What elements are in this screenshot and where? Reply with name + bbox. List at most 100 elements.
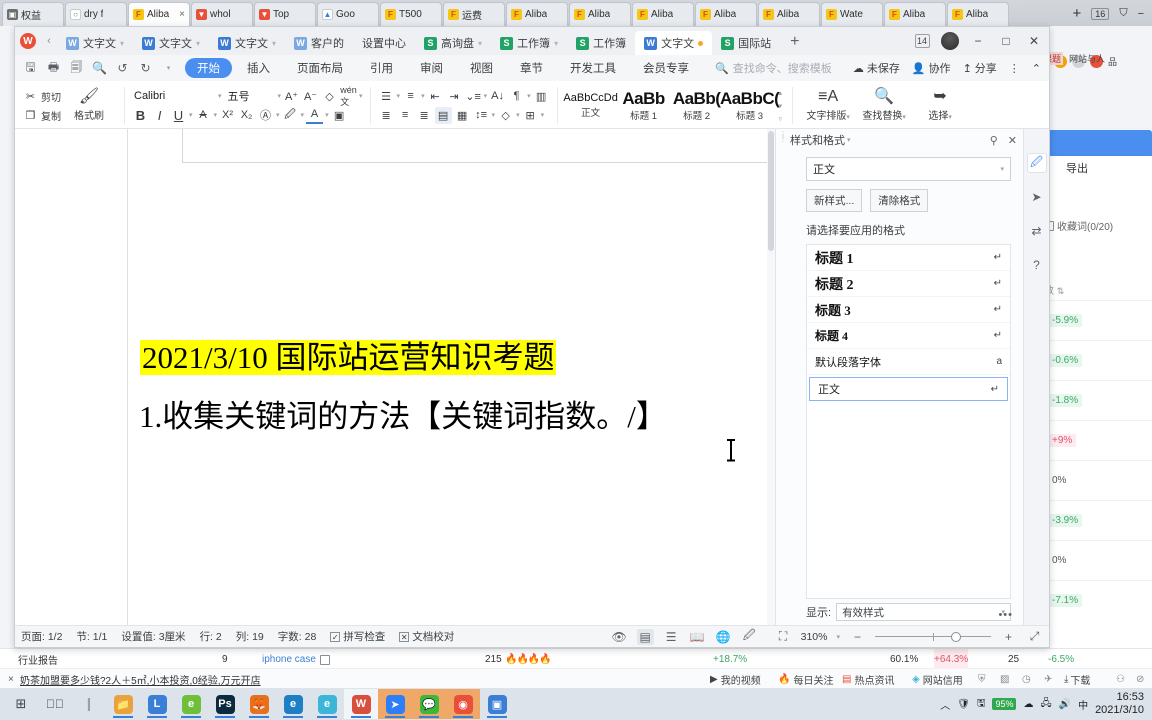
internet-explorer-icon[interactable]: e — [174, 689, 208, 719]
subscript-button[interactable]: X₂ — [238, 107, 255, 124]
status-spellcheck[interactable]: ✓ 拼写检查 — [330, 629, 385, 644]
browser-tab[interactable]: F T500 — [380, 2, 442, 26]
ribbon-tab-8[interactable]: 会员专享 — [631, 58, 701, 78]
collect-keywords-label[interactable]: 收藏词(0/20) — [1044, 218, 1113, 233]
browser-tab[interactable]: ▲ Goo — [317, 2, 379, 26]
close-icon[interactable]: ✕ — [1008, 134, 1017, 147]
ribbon-more-button[interactable]: ⋮ — [1009, 62, 1020, 75]
browser-tab[interactable]: ▼ Top — [254, 2, 316, 26]
char-border-caret-icon[interactable]: ▾ — [276, 111, 280, 119]
cursor-app-icon[interactable]: ➤ — [378, 689, 412, 719]
char-border-icon[interactable]: Ⓐ — [257, 107, 274, 124]
browser-tab[interactable]: F 运费 — [443, 2, 505, 26]
zoom-level[interactable]: 310% — [801, 631, 828, 643]
browser-tab[interactable]: ▣ 权益 — [2, 2, 64, 26]
numbering-caret-icon[interactable]: ▾ — [421, 92, 425, 100]
sort-icon[interactable]: A↓ — [489, 88, 506, 105]
wechat-icon[interactable]: 💬 — [412, 689, 446, 719]
quick-access-more-icon[interactable]: ▾ — [157, 57, 180, 79]
ribbon-tab-5[interactable]: 视图 — [458, 58, 505, 78]
document-vertical-scrollbar[interactable] — [767, 129, 775, 625]
wps-icon[interactable]: W — [344, 689, 378, 719]
clock[interactable]: 16:53 2021/3/10 — [1095, 691, 1144, 716]
shading-icon[interactable]: ◇ — [497, 107, 514, 124]
superscript-button[interactable]: X² — [219, 107, 236, 124]
alipay-icon[interactable]: ◉ — [446, 689, 480, 719]
quick-print-icon[interactable]: 🖶 — [42, 57, 65, 79]
italic-button[interactable]: I — [151, 107, 168, 124]
browser-tab[interactable]: F Aliba × — [128, 2, 190, 26]
line-spacing-icon[interactable]: ↕≡ — [473, 107, 490, 124]
outline-view-icon[interactable]: ☰ — [663, 629, 680, 645]
file-explorer-icon[interactable]: 📁 — [106, 689, 140, 719]
document-tab[interactable]: W 文字文 ▾ — [133, 31, 209, 55]
photoshop-icon[interactable]: Ps — [208, 689, 242, 719]
numbered-list-icon[interactable]: ≡ — [402, 88, 419, 105]
screenshot-icon[interactable]: ▣ — [480, 689, 514, 719]
firefox-icon[interactable]: 🦊 — [242, 689, 276, 719]
task-view-icon[interactable]: ❏⃒ — [38, 689, 72, 719]
tab-menu-caret-icon[interactable]: ▾ — [272, 39, 276, 48]
document-tab[interactable]: W 文字文 ▾ — [209, 31, 285, 55]
style-gallery-item[interactable]: AaBb 标题 1 — [618, 89, 670, 123]
edge-icon[interactable]: e — [276, 689, 310, 719]
status-section[interactable]: 节: 1/1 — [76, 629, 107, 644]
multilevel-caret-icon[interactable]: ▾ — [484, 92, 488, 100]
start-icon[interactable]: ⊞ — [4, 689, 38, 719]
decrease-indent-icon[interactable]: ⇤ — [427, 88, 444, 105]
distribute-icon[interactable]: ▦ — [454, 107, 471, 124]
status-setting[interactable]: 设置值: 3厘米 — [121, 629, 185, 644]
style-gallery-item[interactable]: AaBb(标题 2 — [671, 89, 723, 123]
new-style-button[interactable]: 新样式... — [806, 189, 863, 212]
new-document-tab-button[interactable]: + — [780, 31, 809, 55]
pinyin-icon[interactable]: wén 文 — [340, 85, 357, 107]
pane-resize-grip[interactable]: ⋮ ⋮ — [779, 131, 787, 143]
document-title-line[interactable]: 2021/3/10 国际站运营知识考题 — [140, 332, 557, 377]
bold-button[interactable]: B — [132, 107, 149, 124]
tab-menu-caret-icon[interactable]: ▾ — [554, 39, 558, 48]
tab-menu-caret-icon[interactable]: ▾ — [120, 39, 124, 48]
tray-icon-1[interactable]: 🛡 — [957, 699, 970, 710]
pinyin-caret-icon[interactable]: ▾ — [359, 92, 363, 100]
browser-tab[interactable]: ▼ whol — [191, 2, 253, 26]
underline-button[interactable]: U — [170, 107, 187, 124]
highlight-icon[interactable]: 🖉 — [282, 107, 299, 124]
tab-count-badge[interactable]: 16 — [1091, 7, 1110, 20]
ribbon-search[interactable]: 🔍 查找命令、搜索模板 — [715, 60, 832, 76]
ribbon-tab-1[interactable]: 插入 — [235, 58, 282, 78]
status-words[interactable]: 字数: 28 — [278, 629, 317, 644]
pen-icon[interactable]: 🖉 — [1026, 153, 1047, 173]
style-list-item[interactable]: 标题 4 ↵ — [807, 323, 1010, 349]
minimize-button[interactable]: − — [965, 29, 991, 53]
paragraph-marks-icon[interactable]: ¶ — [508, 88, 525, 105]
char-shading-icon[interactable]: ▣ — [331, 107, 348, 124]
ruler-icon[interactable]: ▥ — [533, 88, 550, 105]
clear-format-icon[interactable]: ◇ — [321, 88, 338, 105]
styles-pane-menu-caret-icon[interactable]: ▾ — [847, 136, 851, 144]
style-list-item[interactable]: 默认段落字体 a — [807, 349, 1010, 375]
styles-pane-more-button[interactable]: ••• — [998, 609, 1013, 621]
document-tab[interactable]: 设置中心 — [353, 31, 415, 55]
ime-indicator[interactable]: 中 — [1078, 697, 1088, 712]
browser-tab[interactable]: F Aliba — [632, 2, 694, 26]
tray-icon-3[interactable]: ☁ — [1023, 699, 1033, 710]
browser-tab[interactable]: F Aliba — [758, 2, 820, 26]
scrollbar-thumb[interactable] — [768, 131, 774, 251]
browser-tab[interactable]: F Aliba — [947, 2, 1009, 26]
wps-logo-icon[interactable]: W — [15, 27, 41, 55]
grow-font-icon[interactable]: A⁺ — [283, 88, 300, 105]
edge-legacy-icon[interactable]: e — [310, 689, 344, 719]
bg-link-icon-2[interactable]: ▨ — [1000, 669, 1009, 690]
browser-minimize-button[interactable]: − — [1138, 8, 1144, 20]
show-value-select[interactable]: 有效样式 ▾ — [836, 603, 1011, 621]
borders-icon[interactable]: ⊞ — [522, 107, 539, 124]
browser-tab[interactable]: F Aliba — [884, 2, 946, 26]
ribbon-tab-6[interactable]: 章节 — [508, 58, 555, 78]
bg-link-3[interactable]: ▤ 热点资讯 — [842, 669, 894, 690]
style-scroll-down-icon[interactable]: ▾ — [779, 102, 783, 110]
close-button[interactable]: ✕ — [1021, 29, 1047, 53]
increase-indent-icon[interactable]: ⇥ — [446, 88, 463, 105]
document-tab[interactable]: S 高询盘 ▾ — [415, 31, 491, 55]
help-icon[interactable]: ? — [1027, 255, 1047, 275]
find-replace-button[interactable]: 🔍 查找替换▾ — [856, 89, 912, 123]
